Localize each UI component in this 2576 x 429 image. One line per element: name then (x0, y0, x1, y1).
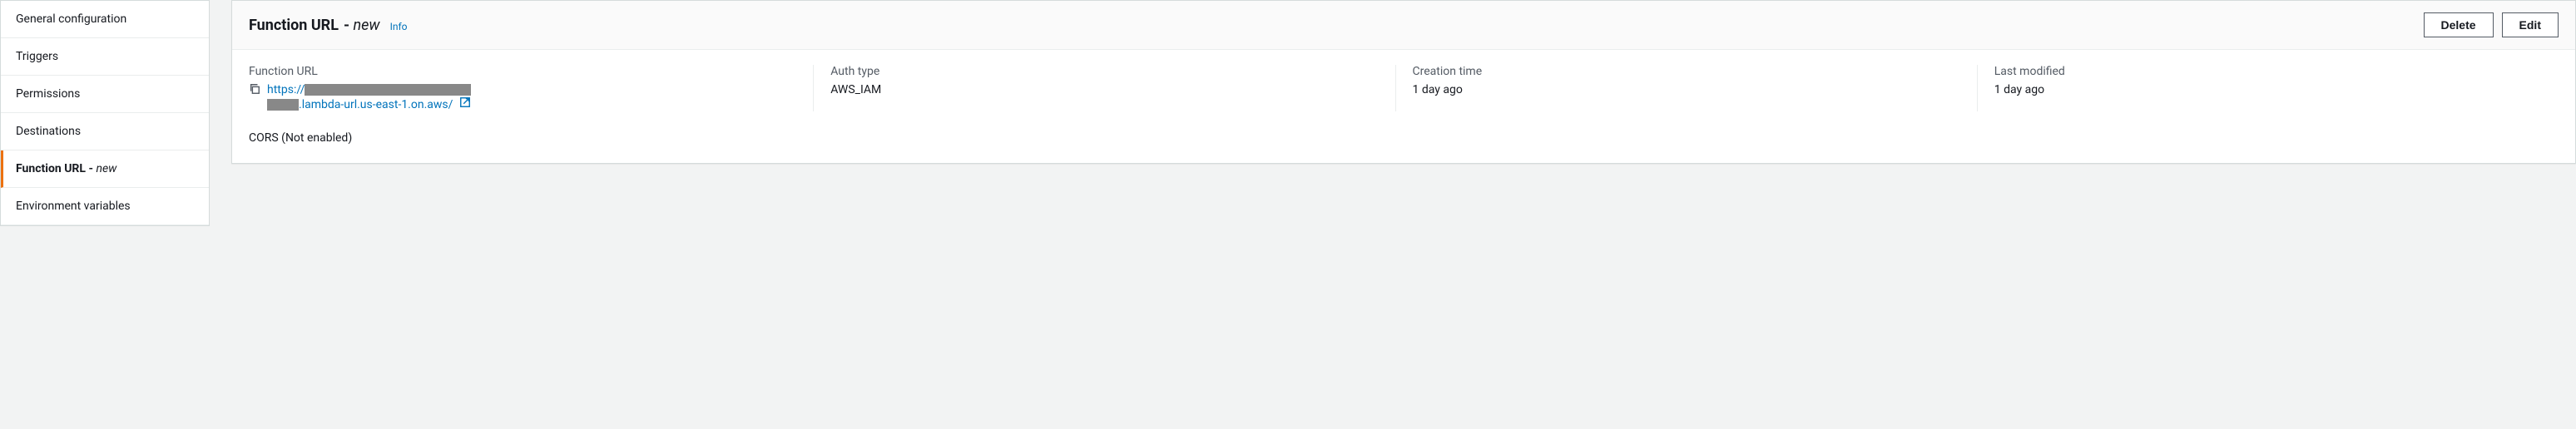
sidebar-item-label: Destinations (16, 125, 81, 138)
panel-actions: Delete Edit (2424, 12, 2559, 37)
panel-title-badge: - new (344, 17, 380, 34)
panel-header: Function URL - new Info Delete Edit (232, 1, 2575, 50)
sidebar-item-badge: - new (88, 162, 116, 175)
cors-status: CORS (Not enabled) (249, 131, 2559, 145)
function-url-label: Function URL (249, 65, 796, 78)
cell-last-modified: Last modified 1 day ago (1977, 65, 2559, 111)
sidebar: General configuration Triggers Permissio… (0, 0, 210, 226)
edit-button[interactable]: Edit (2502, 12, 2559, 37)
sidebar-item-label: Permissions (16, 87, 80, 101)
function-url-value: https://.lambda-url.us-east-1.on.aws/ (249, 83, 796, 111)
cell-function-url: Function URL https://.lambda-url.us-east… (249, 65, 813, 111)
creation-time-value: 1 day ago (1413, 83, 1960, 96)
redacted-text (267, 99, 299, 111)
copy-icon[interactable] (249, 83, 260, 95)
panel-body: Function URL https://.lambda-url.us-east… (232, 50, 2575, 163)
last-modified-label: Last modified (1994, 65, 2542, 78)
sidebar-item-label: Triggers (16, 50, 58, 63)
panel-title: Function URL - new Info (249, 17, 407, 34)
auth-type-value: AWS_IAM (830, 83, 1378, 96)
redacted-text (305, 84, 471, 96)
sidebar-item-general-configuration[interactable]: General configuration (1, 1, 209, 38)
auth-type-label: Auth type (830, 65, 1378, 78)
sidebar-item-label: General configuration (16, 12, 126, 26)
sidebar-item-function-url[interactable]: Function URL - new (1, 150, 209, 188)
cell-auth-type: Auth type AWS_IAM (813, 65, 1395, 111)
details-grid: Function URL https://.lambda-url.us-east… (249, 65, 2559, 111)
info-link[interactable]: Info (390, 21, 408, 32)
panel-title-text: Function URL (249, 17, 339, 34)
sidebar-item-triggers[interactable]: Triggers (1, 38, 209, 76)
sidebar-item-label: Environment variables (16, 200, 131, 213)
function-url-link[interactable]: https://.lambda-url.us-east-1.on.aws/ (267, 83, 471, 111)
last-modified-value: 1 day ago (1994, 83, 2542, 96)
main-content: Function URL - new Info Delete Edit Func… (210, 0, 2576, 226)
sidebar-item-permissions[interactable]: Permissions (1, 76, 209, 113)
sidebar-item-environment-variables[interactable]: Environment variables (1, 188, 209, 225)
creation-time-label: Creation time (1413, 65, 1960, 78)
function-url-panel: Function URL - new Info Delete Edit Func… (231, 0, 2576, 164)
delete-button[interactable]: Delete (2424, 12, 2494, 37)
sidebar-item-label: Function URL (16, 162, 86, 175)
sidebar-item-destinations[interactable]: Destinations (1, 113, 209, 150)
external-link-icon[interactable] (459, 96, 471, 108)
cell-creation-time: Creation time 1 day ago (1395, 65, 1977, 111)
